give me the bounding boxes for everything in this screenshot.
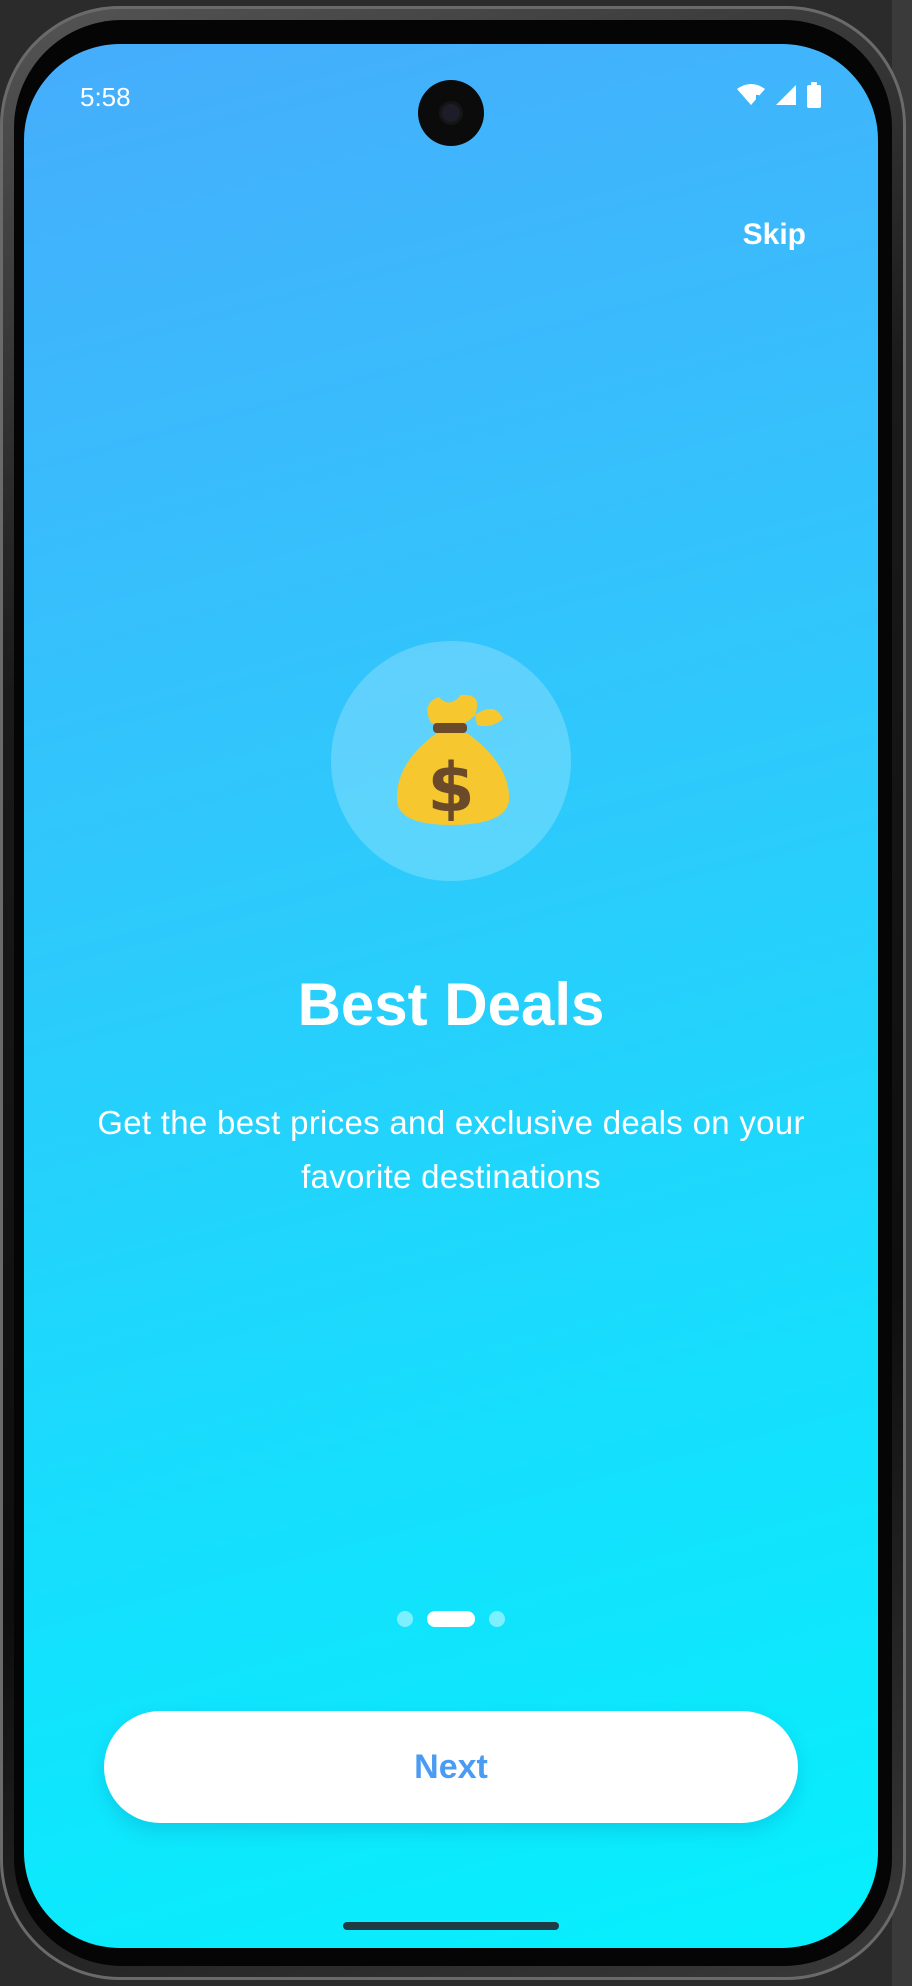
status-time: 5:58 — [80, 82, 131, 112]
wifi-icon — [736, 83, 766, 107]
next-button[interactable]: Next — [104, 1711, 798, 1823]
front-camera — [418, 80, 484, 146]
onboarding-description: Get the best prices and exclusive deals … — [97, 1104, 805, 1195]
page-indicator — [24, 1611, 878, 1627]
phone-screen: 5:58 Skip $ Best Deals Get the best pric… — [24, 44, 878, 1948]
desktop-background: 5:58 Skip $ Best Deals Get the best pric… — [0, 0, 912, 1986]
page-dot-1[interactable] — [397, 1611, 413, 1627]
page-dot-3[interactable] — [489, 1611, 505, 1627]
status-icons — [736, 82, 822, 108]
money-bag-icon: $ — [396, 694, 510, 828]
page-dot-2-active[interactable] — [427, 1611, 475, 1627]
signal-icon — [774, 83, 798, 107]
svg-text:$: $ — [427, 749, 474, 828]
onboarding-title: Best Deals — [297, 971, 605, 1038]
home-indicator[interactable] — [343, 1922, 559, 1930]
skip-button[interactable]: Skip — [735, 210, 814, 260]
hero-illustration: $ — [331, 641, 571, 881]
battery-icon — [806, 82, 822, 108]
